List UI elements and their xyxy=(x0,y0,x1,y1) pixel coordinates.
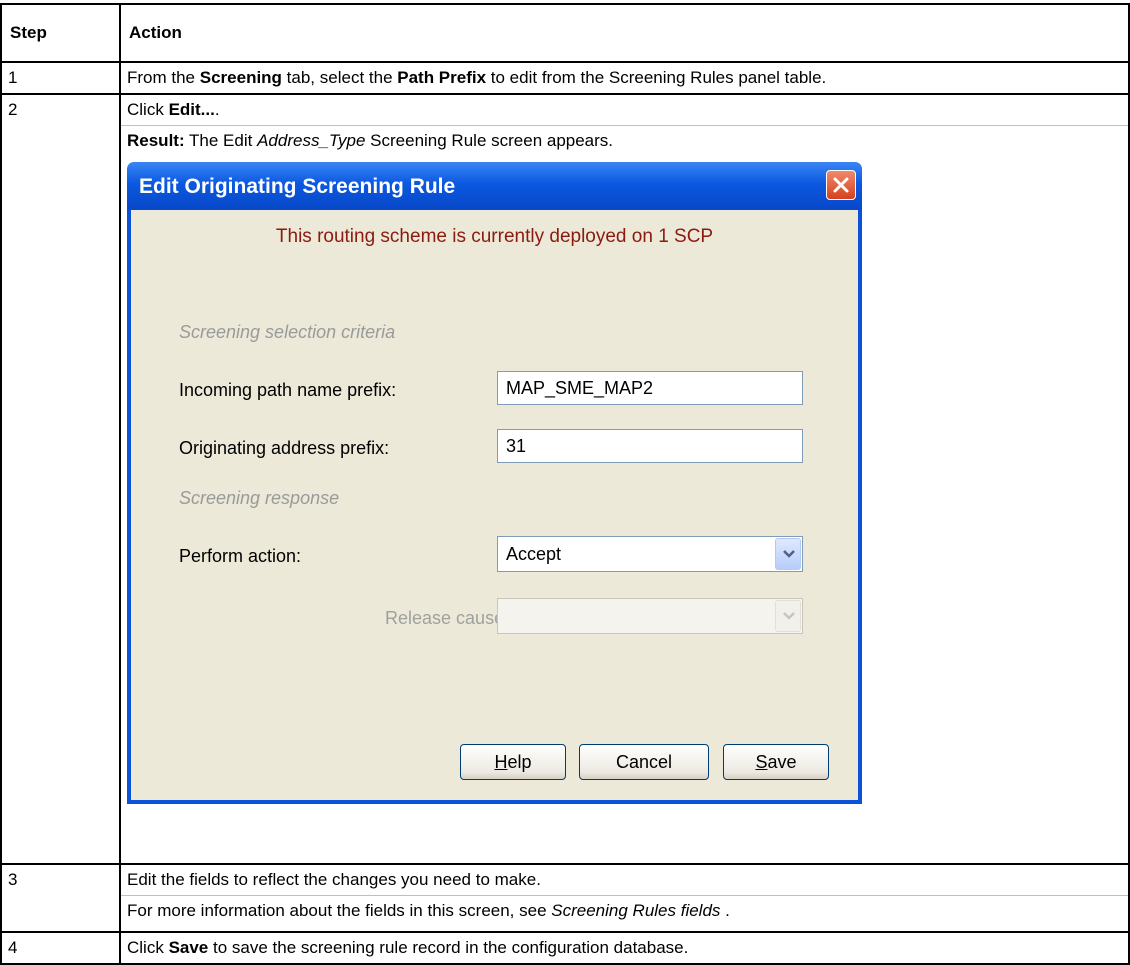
action-text: Screening Rule screen appears. xyxy=(365,131,614,150)
perform-action-value: Accept xyxy=(506,544,562,564)
action-text: to save the screening rule record in the… xyxy=(208,938,689,957)
originating-address-prefix-input[interactable]: 31 xyxy=(497,429,803,463)
action-text: . xyxy=(720,901,730,920)
help-mnemonic: H xyxy=(494,752,508,772)
action-cell: Edit the fields to reflect the changes y… xyxy=(119,863,1130,933)
chevron-down-icon xyxy=(783,612,795,620)
action-text: Click xyxy=(127,100,169,119)
release-cause-label: Release cause: xyxy=(385,608,510,628)
step-number: 1 xyxy=(0,61,121,95)
action-text: From the xyxy=(127,68,200,87)
screening-selection-criteria-heading: Screening selection criteria xyxy=(179,322,396,342)
step-number: 4 xyxy=(0,931,121,965)
chevron-down-icon xyxy=(783,550,795,558)
action-bold-text: Screening xyxy=(199,68,282,87)
table-row: 3 Edit the fields to reflect the changes… xyxy=(0,863,1130,933)
incoming-path-prefix-label: Incoming path name prefix: xyxy=(179,380,397,400)
procedure-table: Step Action 1 From the Screening tab, se… xyxy=(0,3,1130,965)
perform-action-select[interactable]: Accept xyxy=(497,536,803,572)
save-label: ave xyxy=(767,752,797,772)
dialog-body: This routing scheme is currently deploye… xyxy=(131,210,858,800)
result-label: Result: xyxy=(127,131,185,150)
help-label: elp xyxy=(507,752,532,772)
edit-screening-rule-dialog: Edit Originating Screening Rule This rou… xyxy=(127,162,862,804)
action-text: For more information about the fields in… xyxy=(127,901,552,920)
action-bold-text: Save xyxy=(168,938,209,957)
action-text: . xyxy=(214,100,220,119)
table-header-row: Step Action xyxy=(0,3,1130,63)
action-column-header: Action xyxy=(119,3,1130,63)
dialog-titlebar[interactable]: Edit Originating Screening Rule xyxy=(127,162,862,210)
perform-action-label: Perform action: xyxy=(179,546,302,566)
table-row: 1 From the Screening tab, select the Pat… xyxy=(0,61,1130,95)
save-button[interactable]: Save xyxy=(723,744,829,780)
action-cell: Click Edit.... Result: The Edit Address_… xyxy=(119,93,1130,865)
screening-response-heading: Screening response xyxy=(179,488,340,508)
dropdown-button xyxy=(775,600,801,632)
action-cell: From the Screening tab, select the Path … xyxy=(119,61,1130,95)
action-text: tab, select the xyxy=(281,68,398,87)
dialog-title: Edit Originating Screening Rule xyxy=(139,175,456,198)
release-cause-select[interactable] xyxy=(497,598,803,634)
dropdown-button[interactable] xyxy=(775,538,801,570)
close-button[interactable] xyxy=(826,170,856,200)
step-number: 2 xyxy=(0,93,121,865)
action-bold-text: Path Prefix xyxy=(397,68,487,87)
screening-rules-fields-reference[interactable]: Screening Rules fields xyxy=(551,901,720,920)
close-icon xyxy=(833,177,849,193)
table-row: 4 Click Save to save the screening rule … xyxy=(0,931,1130,965)
table-row: 2 Click Edit.... Result: The Edit Addres… xyxy=(0,93,1130,865)
incoming-path-prefix-input[interactable]: MAP_SME_MAP2 xyxy=(497,371,803,405)
action-italic-text: Address_Type xyxy=(257,131,366,150)
step-column-header: Step xyxy=(0,3,121,63)
step-number: 3 xyxy=(0,863,121,933)
help-button[interactable]: Help xyxy=(460,744,566,780)
action-text: Edit the fields to reflect the changes y… xyxy=(127,870,541,889)
originating-address-prefix-label: Originating address prefix: xyxy=(179,438,390,458)
action-text: to edit from the Screening Rules panel t… xyxy=(486,68,827,87)
action-text: Click xyxy=(127,938,169,957)
action-cell: Click Save to save the screening rule re… xyxy=(119,931,1130,965)
deployment-notice: This routing scheme is currently deploye… xyxy=(275,226,714,247)
save-mnemonic: S xyxy=(755,752,768,772)
cancel-button[interactable]: Cancel xyxy=(579,744,709,780)
action-text: The Edit xyxy=(184,131,258,150)
action-bold-text: Edit... xyxy=(168,100,215,119)
